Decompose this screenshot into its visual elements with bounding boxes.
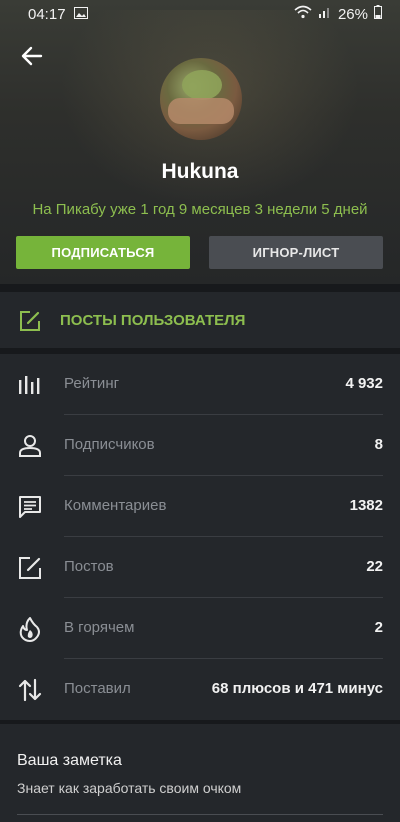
battery-text: 26%: [337, 5, 368, 23]
comment-icon: [17, 494, 43, 520]
user-posts-label: ПОСТЫ ПОЛЬЗОВАТЕЛЯ: [60, 312, 246, 329]
status-time: 04:17: [28, 5, 66, 23]
wifi-icon: [294, 5, 312, 23]
member-since: На Пикабу уже 1 год 9 месяцев 3 недели 5…: [32, 201, 368, 218]
back-button[interactable]: [16, 42, 48, 74]
stat-value: 1382: [349, 497, 383, 514]
note-underline: [17, 814, 383, 815]
stat-subscribers[interactable]: Подписчиков 8: [0, 415, 400, 476]
up-down-arrows-icon: [17, 677, 43, 703]
stat-label: Поставил: [64, 680, 131, 697]
stat-posts[interactable]: Постов 22: [0, 537, 400, 598]
avatar[interactable]: [160, 58, 242, 140]
stat-comments[interactable]: Комментариев 1382: [0, 476, 400, 537]
subscribe-button[interactable]: ПОДПИСАТЬСЯ: [16, 236, 190, 269]
stat-value: 8: [374, 436, 383, 453]
stat-value: 22: [366, 558, 383, 575]
edit-icon: [18, 309, 42, 338]
note-text[interactable]: Знает как заработать своим очком: [17, 780, 241, 796]
user-posts-link[interactable]: ПОСТЫ ПОЛЬЗОВАТЕЛЯ: [0, 292, 400, 348]
stat-hot[interactable]: В горячем 2: [0, 598, 400, 659]
stat-votes: Поставил 68 плюсов и 471 минус: [0, 659, 400, 720]
stat-value: 2: [374, 619, 383, 636]
user-note[interactable]: Ваша заметка Знает как заработать своим …: [0, 724, 400, 822]
stat-label: Постов: [64, 558, 114, 575]
ignore-list-button[interactable]: ИГНОР-ЛИСТ: [209, 236, 383, 269]
signal-icon: [318, 5, 332, 23]
stat-value: 68 плюсов и 471 минус: [211, 680, 383, 697]
status-bar: 04:17 26%: [0, 0, 400, 28]
note-title: Ваша заметка: [17, 752, 122, 769]
stat-label: В горячем: [64, 619, 135, 636]
stat-rating: Рейтинг 4 932: [0, 354, 400, 415]
username: Hukuna: [161, 160, 239, 183]
rating-bars-icon: [17, 372, 43, 398]
stat-label: Рейтинг: [64, 375, 120, 392]
battery-icon: [374, 5, 382, 23]
arrow-left-icon: [21, 45, 43, 72]
stats-list: Рейтинг 4 932 Подписчиков 8 Комментариев…: [0, 354, 400, 720]
gallery-notification-icon: [73, 6, 88, 23]
edit-icon: [17, 555, 43, 581]
flame-icon: [17, 616, 43, 642]
divider: [0, 284, 400, 292]
stat-label: Подписчиков: [64, 436, 155, 453]
stat-label: Комментариев: [64, 497, 167, 514]
user-icon: [17, 433, 43, 459]
stat-value: 4 932: [345, 375, 383, 392]
